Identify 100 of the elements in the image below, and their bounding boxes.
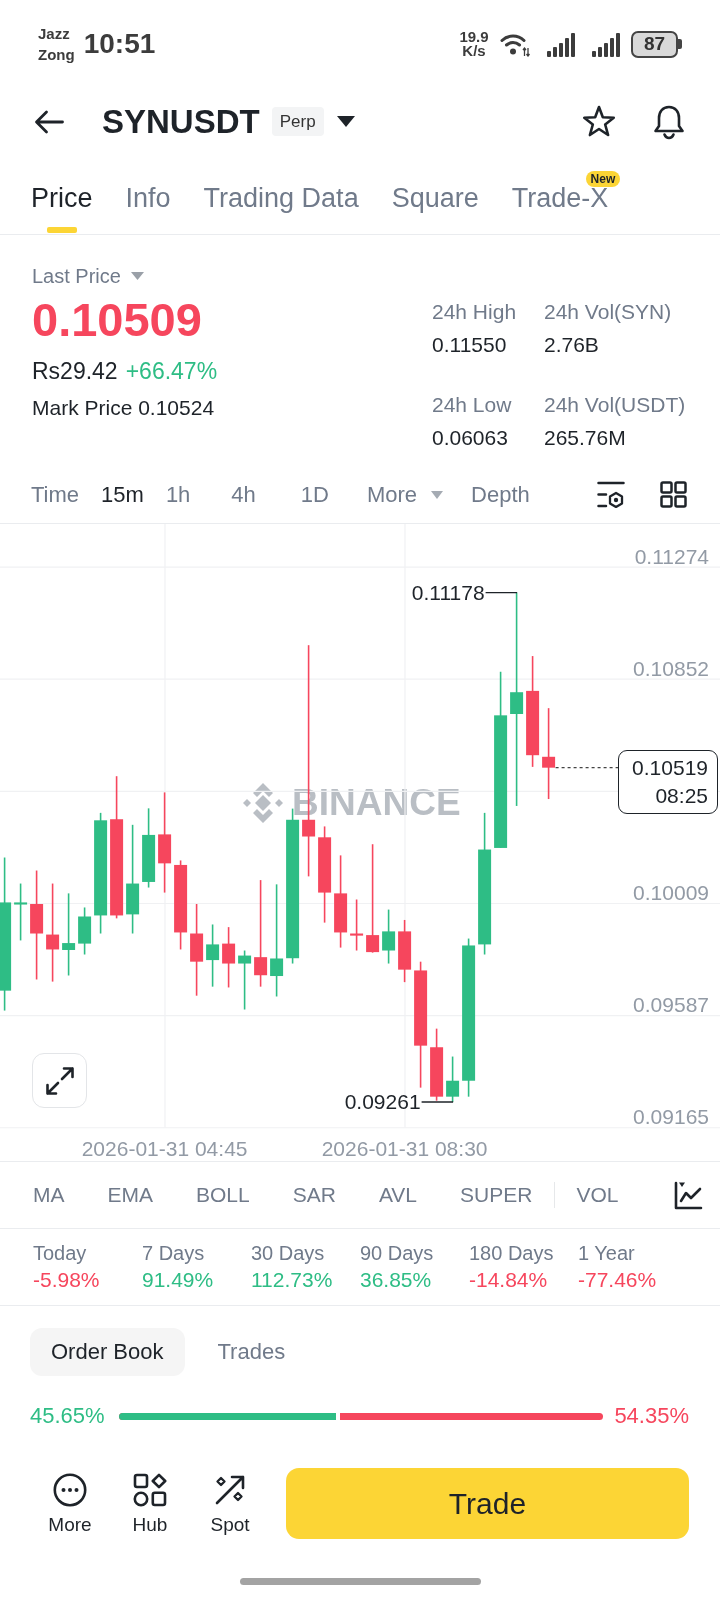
- tab[interactable]: Info: [125, 155, 171, 234]
- price-axis-label: 0.10009: [633, 880, 709, 904]
- high-price-label: 0.11178: [411, 581, 485, 605]
- stat-label: 24h High: [432, 299, 518, 325]
- caret-down-icon: [431, 490, 444, 499]
- tab[interactable]: Square: [391, 155, 479, 234]
- price-axis-label: 0.09587: [633, 992, 709, 1016]
- price-type-dropdown[interactable]: Last Price: [32, 262, 144, 290]
- more-icon: [53, 1473, 87, 1507]
- indicator-tab[interactable]: MA: [33, 1181, 65, 1209]
- book-tab[interactable]: Order Book: [30, 1328, 185, 1376]
- low-price-label: 0.09261: [344, 1090, 421, 1114]
- tab[interactable]: Trading Data: [203, 155, 359, 234]
- indicator-tab[interactable]: BOLL: [196, 1181, 250, 1209]
- period-label: 90 Days: [360, 1241, 435, 1266]
- sell-ratio: 54.35%: [614, 1402, 689, 1430]
- time-axis-label: 2026-01-31 04:45: [81, 1136, 248, 1160]
- pair-symbol: SYNUSDT: [102, 101, 260, 142]
- indicator-tab[interactable]: VOL: [576, 1181, 619, 1209]
- bell-icon[interactable]: [652, 103, 686, 140]
- period-change: -5.98%: [33, 1267, 101, 1293]
- carrier-name: Zong: [38, 45, 75, 65]
- signal-icon: [591, 31, 620, 57]
- signal-icon: [546, 31, 575, 57]
- countdown-label: 08:25: [655, 782, 708, 809]
- chart-settings-icon[interactable]: [597, 481, 625, 508]
- interval-tab[interactable]: 15m: [101, 479, 144, 510]
- price-axis-label: 0.09165: [633, 1105, 709, 1128]
- interval-tab[interactable]: 1h: [165, 479, 191, 510]
- stat-value: 265.76M: [544, 425, 627, 451]
- price-axis-label: 0.11274: [634, 544, 709, 568]
- interval-tab[interactable]: Time: [31, 479, 80, 510]
- interval-tab[interactable]: 1D: [300, 479, 329, 510]
- period-label: 30 Days: [251, 1241, 326, 1266]
- stat-label: 24h Low: [432, 392, 513, 418]
- caret-down-icon: [130, 272, 144, 280]
- leader-line: [484, 591, 518, 594]
- more-dropdown[interactable]: More: [366, 479, 444, 510]
- candlestick: [14, 882, 28, 942]
- period-change: 112.73%: [251, 1267, 334, 1293]
- fullscreen-button[interactable]: [32, 1053, 87, 1108]
- indicator-chart-icon[interactable]: [674, 1180, 703, 1210]
- back-arrow-icon[interactable]: [34, 109, 64, 134]
- stat-value: 0.06063: [432, 425, 509, 451]
- shapes-icon: [133, 1473, 167, 1507]
- star-icon[interactable]: [582, 105, 616, 138]
- interval-tab[interactable]: 4h: [231, 479, 256, 510]
- price-change: +66.47%: [125, 357, 218, 386]
- diagonal-arrow-icon: [213, 1473, 247, 1507]
- candlestick: [206, 923, 220, 988]
- candlestick: [446, 1055, 460, 1103]
- nav-button[interactable]: Spot: [190, 1468, 270, 1537]
- clock: 10:51: [83, 27, 156, 61]
- period-label: 7 Days: [142, 1241, 206, 1266]
- fiat-price: Rs29.42: [32, 357, 118, 386]
- mark-price: Mark Price 0.10524: [32, 395, 215, 421]
- tab[interactable]: Price: [31, 155, 93, 234]
- nav-button[interactable]: More: [30, 1468, 110, 1537]
- battery-tip-icon: [678, 39, 682, 49]
- candlestick: [78, 906, 92, 956]
- new-badge: New: [585, 171, 621, 187]
- stat-label: 24h Vol(SYN): [544, 299, 673, 325]
- price-line: [555, 767, 619, 769]
- period-label: 180 Days: [469, 1241, 555, 1266]
- time-axis-label: 2026-01-31 08:30: [321, 1136, 488, 1160]
- last-price: 0.10509: [32, 294, 202, 346]
- stat-label: 24h Vol(USDT): [544, 392, 687, 418]
- candlestick: [222, 926, 236, 989]
- interval-tab[interactable]: Depth: [471, 479, 530, 510]
- expand-icon: [44, 1065, 75, 1096]
- indicator-tab[interactable]: SUPER: [460, 1181, 533, 1209]
- period-change: 36.85%: [360, 1267, 433, 1293]
- candlestick: [238, 949, 252, 1011]
- logo-icon: [241, 781, 285, 825]
- buy-ratio: 45.65%: [30, 1402, 105, 1430]
- candlestick: [350, 898, 364, 952]
- period-label: 1 Year: [578, 1241, 636, 1266]
- candlestick: [382, 908, 396, 965]
- nav-button[interactable]: Hub: [110, 1468, 190, 1537]
- current-price-label: 0.10519: [632, 754, 708, 781]
- period-change: -77.46%: [578, 1267, 658, 1293]
- trade-button[interactable]: Trade: [286, 1468, 689, 1539]
- network-speed: 19.9 K/s: [458, 30, 490, 58]
- indicator-tab[interactable]: EMA: [107, 1181, 153, 1209]
- stat-value: 2.76B: [544, 332, 600, 358]
- caret-down-icon[interactable]: [336, 116, 355, 127]
- period-change: -14.84%: [469, 1267, 549, 1293]
- stat-value: 0.11550: [432, 332, 508, 358]
- candlestick: [398, 919, 412, 983]
- period-label: Today: [33, 1241, 88, 1266]
- tab[interactable]: Trade-X New: [511, 155, 621, 234]
- price-axis-label: 0.10852: [633, 656, 709, 680]
- contract-badge: Perp: [271, 107, 324, 136]
- indicator-tab[interactable]: SAR: [292, 1181, 336, 1209]
- leader-line: [420, 1101, 454, 1103]
- period-change: 91.49%: [142, 1267, 215, 1293]
- grid-icon[interactable]: [660, 481, 687, 508]
- indicator-tab[interactable]: AVL: [378, 1181, 418, 1209]
- carrier-name: Jazz: [38, 24, 71, 44]
- book-tab[interactable]: Trades: [196, 1328, 307, 1376]
